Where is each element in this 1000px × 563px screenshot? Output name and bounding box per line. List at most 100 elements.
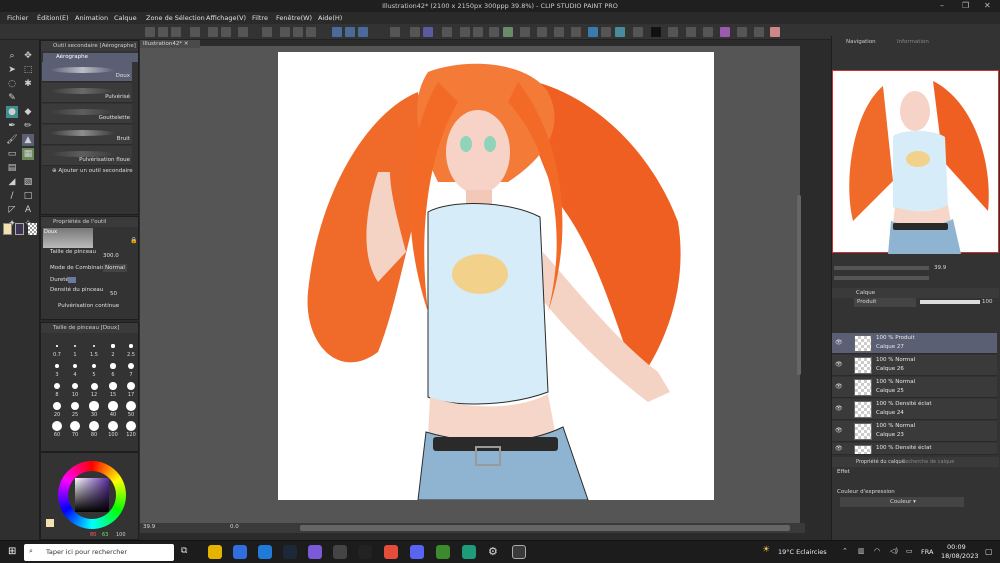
eye-icon[interactable]: 👁 xyxy=(835,405,843,412)
document-tab[interactable]: Illustration42* ✕ xyxy=(140,40,200,48)
angle-value[interactable]: 0.0 xyxy=(230,524,239,530)
layer-row[interactable]: 👁 100 % Normal Calque 25 xyxy=(832,377,997,398)
information-tab[interactable]: Information xyxy=(897,39,929,45)
brush-size-dot[interactable] xyxy=(89,401,99,411)
gradient-tool-icon[interactable]: ▧ xyxy=(22,176,34,188)
subtool-gouttelette[interactable]: Gouttelette xyxy=(42,104,132,124)
vertical-scrollbar[interactable] xyxy=(797,195,801,375)
frame-border-icon[interactable]: ◸ xyxy=(6,204,18,216)
layer-row[interactable]: 👁 100 % Normal Calque 23 xyxy=(832,421,997,442)
eye-icon[interactable]: 👁 xyxy=(835,339,843,346)
brush-icon[interactable] xyxy=(442,27,452,37)
brush-size-dot[interactable] xyxy=(111,344,115,348)
brush-size-dot[interactable] xyxy=(126,421,136,431)
menu-fenetre[interactable]: Fenêtre(W) xyxy=(276,14,312,22)
battery-icon[interactable]: ▭ xyxy=(906,547,913,555)
search-box[interactable]: ⌕ Taper ici pour rechercher xyxy=(24,544,174,561)
minecraft-icon[interactable] xyxy=(436,545,450,559)
brush-size-dot[interactable] xyxy=(89,421,99,431)
brush-size-dot[interactable] xyxy=(73,344,77,348)
menu-aide[interactable]: Aide(H) xyxy=(318,14,342,22)
menu-filtre[interactable]: Filtre xyxy=(252,14,268,22)
brush-size-dot[interactable] xyxy=(108,421,118,431)
save-icon[interactable] xyxy=(171,27,181,37)
clip-studio-icon[interactable] xyxy=(512,545,526,559)
pen3-icon[interactable] xyxy=(703,27,713,37)
artboard[interactable] xyxy=(278,52,714,500)
eye-icon[interactable]: 👁 xyxy=(835,427,843,434)
redo-icon[interactable] xyxy=(221,27,231,37)
eraser2-icon[interactable] xyxy=(737,27,747,37)
invert-selection-icon[interactable] xyxy=(306,27,316,37)
task-view-icon[interactable]: ⧉ xyxy=(181,546,187,556)
weather-text[interactable]: 19°C Eclaircies xyxy=(778,548,827,556)
density-value[interactable]: 50 xyxy=(110,291,117,297)
airbrush-tool-icon[interactable]: ● xyxy=(6,106,18,118)
notification-icon[interactable]: ▢ xyxy=(985,547,993,556)
maximize-icon[interactable]: ❐ xyxy=(962,1,969,10)
transparent-swatch[interactable] xyxy=(28,223,37,235)
lasso-icon[interactable] xyxy=(554,27,564,37)
menu-affichage[interactable]: Affichage(V) xyxy=(206,14,246,22)
pen2-icon[interactable] xyxy=(686,27,696,37)
brush-size-dot[interactable] xyxy=(110,363,116,369)
app-icon[interactable] xyxy=(308,545,322,559)
crop-icon[interactable] xyxy=(668,27,678,37)
bucket-icon[interactable] xyxy=(571,27,581,37)
hardness-slider[interactable] xyxy=(68,277,76,283)
menu-calque[interactable]: Calque xyxy=(114,14,137,22)
brush-size-dot[interactable] xyxy=(54,383,60,389)
eraser-tool-icon[interactable]: ▭ xyxy=(6,148,18,160)
minimize-icon[interactable]: – xyxy=(940,1,944,10)
brush-size-dot[interactable] xyxy=(128,363,134,369)
eraser-icon[interactable] xyxy=(473,27,483,37)
special-ruler-snap-icon[interactable] xyxy=(345,27,355,37)
brush-size-dot[interactable] xyxy=(127,382,135,390)
subtool-pulverise[interactable]: Pulvérisé xyxy=(42,83,132,103)
pen-tool-icon[interactable]: ✒ xyxy=(6,120,18,132)
saturation-value-square[interactable] xyxy=(75,478,109,512)
menu-fichier[interactable]: Fichier xyxy=(7,14,28,22)
brush-size-dot[interactable] xyxy=(90,382,98,390)
layer-row[interactable]: 👁 100 % Densité éclat Calque 24 xyxy=(832,399,997,420)
subtool-bruit[interactable]: Bruit xyxy=(42,125,132,145)
brush-size-dot[interactable] xyxy=(108,401,118,411)
figure-tool-icon[interactable]: / xyxy=(6,190,18,202)
expression-color-select[interactable]: Couleur ▾ xyxy=(840,497,964,507)
navigator-preview[interactable] xyxy=(832,70,999,254)
bucket-tool-icon[interactable]: ◢ xyxy=(6,176,18,188)
eye-icon[interactable]: 👁 xyxy=(835,361,843,368)
dark-icon[interactable] xyxy=(651,27,661,37)
operation-tool-icon[interactable]: ➤ xyxy=(6,64,18,76)
steam-icon[interactable] xyxy=(283,545,297,559)
menu-edition[interactable]: Édition(E) xyxy=(37,14,69,22)
frame-tool-icon[interactable]: ▤ xyxy=(6,162,18,174)
color-icon[interactable] xyxy=(423,27,433,37)
magic-wand-icon[interactable]: ✱ xyxy=(22,78,34,90)
volume-icon[interactable]: ◁) xyxy=(890,547,898,555)
subtool-pulverisation-floue[interactable]: Pulvérisation floue xyxy=(42,146,132,166)
clock-time[interactable]: 00:09 xyxy=(947,543,966,551)
brush-size-dot[interactable] xyxy=(55,364,59,368)
new-file-icon[interactable] xyxy=(145,27,155,37)
menu-animation[interactable]: Animation xyxy=(75,14,108,22)
pencil-tool-icon[interactable]: ✏ xyxy=(22,120,34,132)
eye-icon[interactable]: 👁 xyxy=(835,383,843,390)
move-tool-icon[interactable]: ✥ xyxy=(22,50,34,62)
language-indicator[interactable]: FRA xyxy=(921,548,933,556)
clear-icon[interactable] xyxy=(190,27,200,37)
brush2-icon[interactable] xyxy=(537,27,547,37)
rotate-slider[interactable] xyxy=(834,276,929,280)
settings-gear-icon[interactable]: ⚙ xyxy=(488,545,498,558)
zoom-slider[interactable] xyxy=(834,266,929,270)
mail-icon[interactable] xyxy=(258,545,272,559)
decoration-tool-icon[interactable]: ▲ xyxy=(22,134,34,146)
zoom-value[interactable]: 39.9 xyxy=(143,524,155,530)
brush-size-dot[interactable] xyxy=(129,344,133,348)
brush-tool-icon[interactable]: 🖌 xyxy=(6,134,18,146)
selection-tool-icon[interactable]: ⬚ xyxy=(22,64,34,76)
frame-icon[interactable] xyxy=(633,27,643,37)
settings-icon[interactable] xyxy=(238,27,248,37)
print-icon[interactable] xyxy=(262,27,272,37)
layer-blend-select[interactable]: Produit xyxy=(854,298,916,307)
